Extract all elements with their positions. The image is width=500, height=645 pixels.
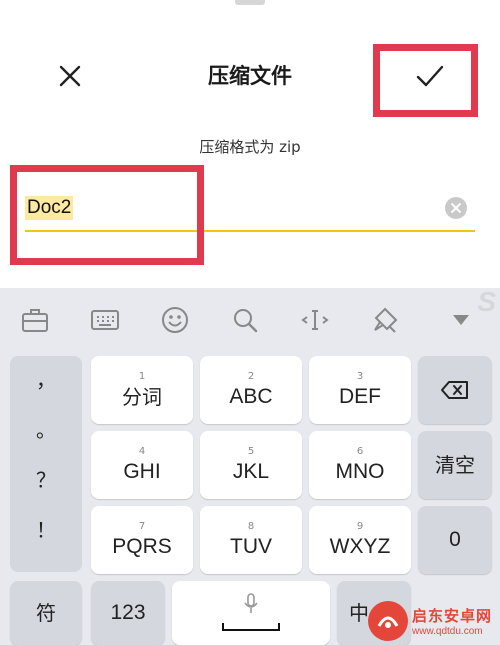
sogou-logo: S xyxy=(477,286,496,317)
watermark-name: 启东安卓网 xyxy=(412,606,493,625)
key-3-def[interactable]: 3 DEF xyxy=(309,356,411,424)
key-number: 6 xyxy=(356,446,364,457)
punctuation-column[interactable]: ， 。 ？ ！ xyxy=(10,356,82,572)
key-number: 7 xyxy=(138,521,146,532)
key-number: 5 xyxy=(247,446,255,457)
key-label: 符 xyxy=(36,601,56,625)
key-number: 1 xyxy=(138,371,146,382)
key-label: MNO xyxy=(335,460,385,483)
key-label: 123 xyxy=(110,601,146,624)
site-watermark: 启东安卓网 www.qdtdu.com xyxy=(368,596,500,645)
clear-icon[interactable] xyxy=(445,197,467,219)
keyboard-icon[interactable] xyxy=(89,304,121,336)
key-label: PQRS xyxy=(112,535,172,558)
confirm-button[interactable] xyxy=(410,56,450,96)
keyboard-toolbar: S xyxy=(0,286,500,350)
clear-key[interactable]: 清空 xyxy=(418,431,492,499)
search-icon[interactable] xyxy=(229,304,261,336)
key-number: 2 xyxy=(247,371,255,382)
backspace-key[interactable] xyxy=(418,356,492,424)
key-label: 0 xyxy=(449,528,461,551)
brush-icon[interactable] xyxy=(369,304,401,336)
microphone-icon xyxy=(244,593,258,613)
key-number: 4 xyxy=(138,446,146,457)
key-label: TUV xyxy=(230,535,272,558)
format-hint: 压缩格式为 zip xyxy=(199,138,301,156)
key-label: ABC xyxy=(229,385,273,408)
key-label: 分词 xyxy=(122,385,162,409)
backspace-icon xyxy=(441,381,468,399)
key-number: 3 xyxy=(356,371,364,382)
watermark-logo xyxy=(368,600,408,641)
check-icon xyxy=(416,65,444,87)
collapse-icon[interactable] xyxy=(445,304,477,336)
key-5-jkl[interactable]: 5 JKL xyxy=(200,431,302,499)
space-bar-glyph xyxy=(222,623,280,631)
key-label: WXYZ xyxy=(329,535,391,558)
cursor-move-icon[interactable] xyxy=(299,304,331,336)
key-2-abc[interactable]: 2 ABC xyxy=(200,356,302,424)
key-9-wxyz[interactable]: 9 WXYZ xyxy=(309,506,411,574)
watermark-url: www.qdtdu.com xyxy=(412,625,483,637)
clear-key-label: 清空 xyxy=(435,453,475,477)
key-label: GHI xyxy=(123,460,161,483)
key-1-fenci[interactable]: 1 分词 xyxy=(91,356,193,424)
key-label: 中 xyxy=(349,601,369,625)
briefcase-icon[interactable] xyxy=(19,304,51,336)
key-number: 8 xyxy=(247,521,255,532)
punct-question[interactable]: ？ xyxy=(10,464,82,493)
key-0[interactable]: 0 xyxy=(418,506,492,574)
key-8-tuv[interactable]: 8 TUV xyxy=(200,506,302,574)
file-name-input[interactable]: Doc2 xyxy=(25,192,475,232)
file-name-value[interactable]: Doc2 xyxy=(25,196,74,220)
key-label: DEF xyxy=(339,385,381,408)
key-6-mno[interactable]: 6 MNO xyxy=(309,431,411,499)
punct-exclaim[interactable]: ！ xyxy=(10,514,82,543)
numbers-key[interactable]: 123 xyxy=(91,581,165,645)
space-key[interactable] xyxy=(172,581,330,645)
punct-comma[interactable]: ， xyxy=(10,364,82,393)
punct-period[interactable]: 。 xyxy=(10,414,82,443)
key-number: 9 xyxy=(356,521,364,532)
compress-dialog-header: 压缩文件 xyxy=(0,0,500,130)
key-4-ghi[interactable]: 4 GHI xyxy=(91,431,193,499)
key-7-pqrs[interactable]: 7 PQRS xyxy=(91,506,193,574)
emoji-icon[interactable] xyxy=(159,304,191,336)
key-label: JKL xyxy=(232,460,270,483)
symbols-key[interactable]: 符 xyxy=(10,581,82,645)
